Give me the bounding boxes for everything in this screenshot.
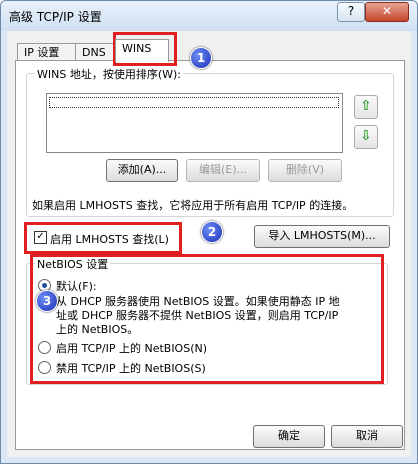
import-lmhosts-button[interactable]: 导入 LMHOSTS(M)... <box>254 225 390 248</box>
title-bar: 高级 TCP/IP 设置 ? ✕ <box>1 1 417 31</box>
ok-button[interactable]: 确定 <box>253 425 325 448</box>
netbios-disable-label: 禁用 TCP/IP 上的 NetBIOS(S) <box>56 362 206 375</box>
annotation-badge-2: 2 <box>201 221 223 243</box>
netbios-group-label: NetBIOS 设置 <box>35 256 111 272</box>
netbios-enable-radio[interactable] <box>38 341 51 354</box>
edit-button[interactable]: 编辑(E)... <box>186 159 260 182</box>
lmhosts-checkbox[interactable]: ✓ <box>34 231 47 244</box>
annotation-badge-1: 1 <box>190 47 212 69</box>
delete-button[interactable]: 删除(V) <box>268 159 342 182</box>
wins-tab-page: WINS 地址，按使用排序(W): ⇧ ⇩ 添加(A)... 编辑(E)... … <box>15 60 405 450</box>
netbios-default-desc-3: 上的 NetBIOS。 <box>56 323 139 336</box>
wins-group-label: WINS 地址，按使用排序(W): <box>35 66 183 82</box>
window-title: 高级 TCP/IP 设置 <box>9 10 102 24</box>
add-button[interactable]: 添加(A)... <box>106 159 178 182</box>
netbios-disable-radio[interactable] <box>38 361 51 374</box>
lmhosts-checkbox-label: 启用 LMHOSTS 查找(L) <box>50 233 169 246</box>
wins-address-list[interactable] <box>46 93 343 153</box>
netbios-default-label: 默认(F): <box>56 280 97 293</box>
lmhosts-info-text: 如果启用 LMHOSTS 查找，它将应用于所有启用 TCP/IP 的连接。 <box>32 199 354 212</box>
tab-wins[interactable]: WINS <box>115 39 169 62</box>
annotation-badge-3: 3 <box>36 290 58 312</box>
dialog-client: IP 设置 DNS WINS WINS 地址，按使用排序(W): ⇧ ⇩ 添加(… <box>7 31 411 457</box>
cancel-button[interactable]: 取消 <box>331 425 403 448</box>
move-up-button[interactable]: ⇧ <box>354 95 378 119</box>
list-focus-row <box>49 97 339 108</box>
help-button[interactable]: ? <box>337 2 365 22</box>
checkmark-icon: ✓ <box>36 231 45 242</box>
move-down-button[interactable]: ⇩ <box>354 125 378 149</box>
up-arrow-icon: ⇧ <box>360 98 372 114</box>
netbios-enable-label: 启用 TCP/IP 上的 NetBIOS(N) <box>56 342 208 355</box>
down-arrow-icon: ⇩ <box>360 128 372 144</box>
close-button[interactable]: ✕ <box>365 2 409 22</box>
